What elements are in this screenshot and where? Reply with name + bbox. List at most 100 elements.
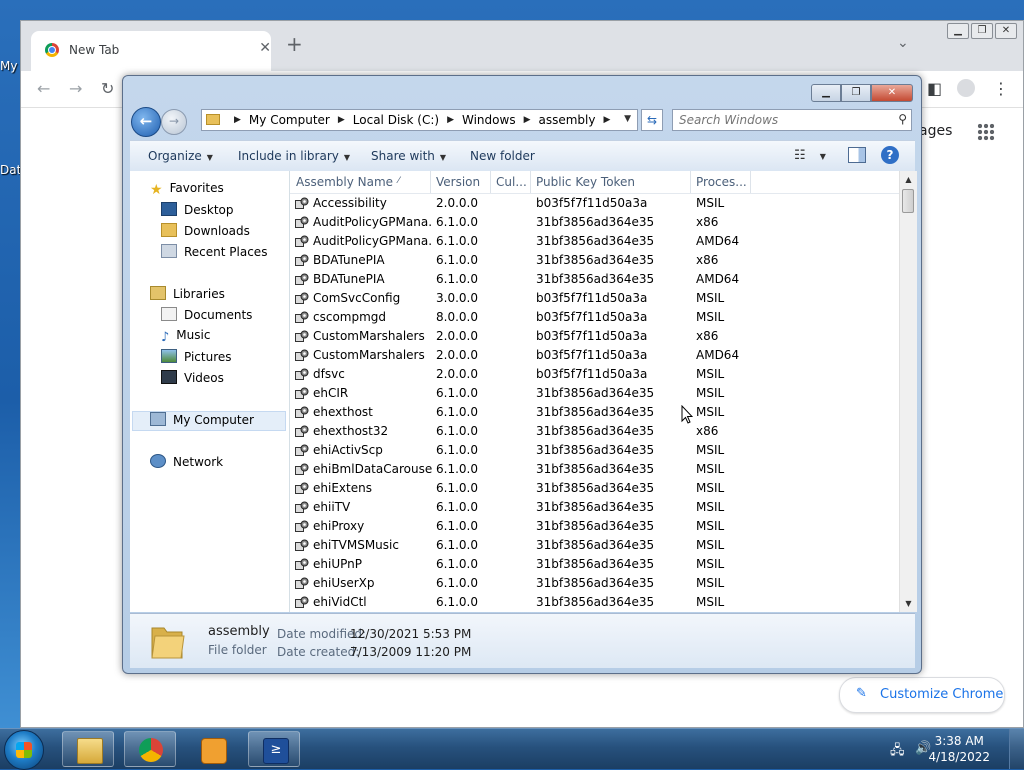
explorer-maximize-button[interactable]: ❐	[841, 84, 871, 102]
preview-pane-icon[interactable]	[848, 147, 866, 163]
table-row[interactable]: ehiiTV 6.1.0.0 31bf3856ad364e35 MSIL	[290, 498, 899, 517]
table-row[interactable]: ehCIR 6.1.0.0 31bf3856ad364e35 MSIL	[290, 384, 899, 403]
table-row[interactable]: BDATunePIA 6.1.0.0 31bf3856ad364e35 x86	[290, 251, 899, 270]
nav-favorites[interactable]: ★ Favorites	[150, 181, 224, 198]
table-row[interactable]: AuditPolicyGPMana... 6.1.0.0 31bf3856ad364…	[290, 232, 899, 251]
table-row[interactable]: CustomMarshalers 2.0.0.0 b03f5f7f11d50a3a A…	[290, 346, 899, 365]
column-divider[interactable]	[750, 171, 751, 193]
chrome-minimize-button[interactable]: ▁	[947, 23, 969, 39]
breadcrumb-assembly[interactable]: assembly	[539, 113, 596, 128]
tray-network-icon[interactable]: 🖧	[890, 741, 905, 763]
table-row[interactable]: cscompmgd 8.0.0.0 b03f5f7f11d50a3a MSIL	[290, 308, 899, 327]
nav-pictures[interactable]: Pictures	[161, 349, 232, 364]
explorer-close-button[interactable]: ✕	[871, 84, 913, 102]
scroll-down-arrow-icon[interactable]: ▼	[900, 595, 917, 612]
back-arrow-icon[interactable]: ←	[37, 79, 50, 98]
google-apps-grid-icon[interactable]	[977, 123, 995, 141]
nav-recent-places[interactable]: Recent Places	[161, 244, 267, 259]
table-row[interactable]: dfsvc 2.0.0.0 b03f5f7f11d50a3a MSIL	[290, 365, 899, 384]
breadcrumb-chevron-icon[interactable]: ▶	[524, 113, 531, 128]
new-folder-button[interactable]: New folder	[470, 149, 535, 163]
taskbar-clock[interactable]: 3:38 AM 4/18/2022	[928, 733, 990, 765]
table-row[interactable]: ehiExtens 6.1.0.0 31bf3856ad364e35 MSIL	[290, 479, 899, 498]
column-divider[interactable]	[490, 171, 491, 193]
address-history-dropdown-icon[interactable]: ▼	[624, 114, 631, 124]
table-row[interactable]: ehiActivScp 6.1.0.0 31bf3856ad364e35 MSIL	[290, 441, 899, 460]
chrome-maximize-button[interactable]: ❐	[971, 23, 993, 39]
nav-libraries[interactable]: Libraries	[150, 286, 225, 301]
column-header-processor[interactable]: Proces...	[696, 175, 747, 189]
breadcrumb-chevron-icon[interactable]: ▶	[603, 113, 610, 128]
tab-search-chevron-icon[interactable]: ⌄	[897, 35, 909, 51]
address-bar[interactable]: ▶ My Computer ▶ Local Disk (C:) ▶ Window…	[201, 109, 638, 131]
table-row[interactable]: ComSvcConfig 3.0.0.0 b03f5f7f11d50a3a MSIL	[290, 289, 899, 308]
nav-documents[interactable]: Documents	[161, 307, 252, 322]
share-with-button[interactable]: Share with ▼	[371, 149, 446, 163]
table-row[interactable]: ehiTVMSMusic 6.1.0.0 31bf3856ad364e35 MSIL	[290, 536, 899, 555]
chrome-menu-icon[interactable]: ⋮	[993, 79, 1009, 98]
desktop-icon-label-data[interactable]: Dat	[0, 163, 21, 177]
column-divider[interactable]	[690, 171, 691, 193]
refresh-button[interactable]: ⇆	[641, 109, 663, 131]
show-desktop-button[interactable]	[1009, 729, 1024, 769]
table-row[interactable]: ehiVidCtl 6.1.0.0 31bf3856ad364e35 MSIL	[290, 593, 899, 612]
organize-button[interactable]: Organize ▼	[148, 149, 213, 163]
back-button[interactable]: ←	[131, 107, 161, 137]
side-panel-icon[interactable]: ◧	[927, 79, 942, 98]
table-row[interactable]: Accessibility 2.0.0.0 b03f5f7f11d50a3a MSIL	[290, 194, 899, 213]
table-row[interactable]: ehiUserXp 6.1.0.0 31bf3856ad364e35 MSIL	[290, 574, 899, 593]
column-header-public-key-token[interactable]: Public Key Token	[536, 175, 635, 189]
nav-downloads[interactable]: Downloads	[161, 223, 250, 238]
breadcrumb-windows[interactable]: Windows	[462, 113, 516, 128]
table-row[interactable]: BDATunePIA 6.1.0.0 31bf3856ad364e35 AMD64	[290, 270, 899, 289]
column-divider[interactable]	[530, 171, 531, 193]
scroll-up-arrow-icon[interactable]: ▲	[900, 171, 917, 188]
breadcrumb-my-computer[interactable]: My Computer	[249, 113, 330, 128]
tab-close-icon[interactable]: ✕	[259, 40, 271, 56]
include-in-library-button[interactable]: Include in library ▼	[238, 149, 350, 163]
profile-avatar-icon[interactable]	[957, 79, 975, 97]
taskbar-powershell-button[interactable]: ≥	[248, 731, 300, 767]
table-row[interactable]: ehexthost32 6.1.0.0 31bf3856ad364e35 x86	[290, 422, 899, 441]
taskbar-explorer-button[interactable]	[62, 731, 114, 767]
search-input[interactable]	[677, 112, 881, 128]
search-icon[interactable]: ⚲	[898, 112, 907, 126]
table-row[interactable]: CustomMarshalers 2.0.0.0 b03f5f7f11d50a3a x…	[290, 327, 899, 346]
chrome-tab-new-tab[interactable]: New Tab ✕	[31, 31, 271, 71]
breadcrumb-root-chevron-icon[interactable]: ▶	[234, 113, 241, 128]
nav-my-computer[interactable]: My Computer	[150, 412, 254, 427]
column-header-assembly-name[interactable]: Assembly Name	[296, 175, 393, 189]
table-row[interactable]: ehiBmlDataCarousel 6.1.0.0 31bf3856ad364e3…	[290, 460, 899, 479]
new-tab-button[interactable]: +	[286, 34, 303, 54]
breadcrumb-local-disk[interactable]: Local Disk (C:)	[353, 113, 439, 128]
nav-desktop[interactable]: Desktop	[161, 202, 234, 217]
nav-music[interactable]: ♪ Music	[161, 328, 210, 345]
vertical-scrollbar[interactable]: ▲ ▼	[899, 171, 917, 612]
forward-button[interactable]: →	[161, 109, 187, 135]
breadcrumb-chevron-icon[interactable]: ▶	[338, 113, 345, 128]
chrome-close-button[interactable]: ✕	[995, 23, 1017, 39]
desktop-icon-label-my-computer[interactable]: My	[0, 59, 17, 73]
nav-videos[interactable]: Videos	[161, 370, 224, 385]
images-link-partial[interactable]: ages	[919, 123, 952, 139]
scroll-thumb[interactable]	[902, 189, 914, 213]
table-row[interactable]: ehexthost 6.1.0.0 31bf3856ad364e35 MSIL	[290, 403, 899, 422]
column-header-culture[interactable]: Cul...	[496, 175, 527, 189]
change-view-icon[interactable]: ☷ ▼	[794, 148, 826, 163]
column-divider[interactable]	[430, 171, 431, 193]
table-row[interactable]: AuditPolicyGPMana... 6.1.0.0 31bf3856ad364…	[290, 213, 899, 232]
taskbar-media-player-button[interactable]	[186, 731, 238, 767]
start-button[interactable]	[4, 730, 44, 770]
explorer-minimize-button[interactable]: ▁	[811, 84, 841, 102]
customize-chrome-button[interactable]: ✎ Customize Chrome	[839, 677, 1005, 713]
taskbar-chrome-button[interactable]	[124, 731, 176, 767]
reload-icon[interactable]: ↻	[101, 79, 114, 98]
help-icon[interactable]: ?	[881, 146, 899, 164]
search-box[interactable]: ⚲	[672, 109, 912, 131]
forward-arrow-icon[interactable]: →	[69, 79, 82, 98]
column-header-version[interactable]: Version	[436, 175, 480, 189]
table-row[interactable]: ehiUPnP 6.1.0.0 31bf3856ad364e35 MSIL	[290, 555, 899, 574]
breadcrumb-chevron-icon[interactable]: ▶	[447, 113, 454, 128]
nav-network[interactable]: Network	[150, 454, 223, 469]
table-row[interactable]: ehiProxy 6.1.0.0 31bf3856ad364e35 MSIL	[290, 517, 899, 536]
